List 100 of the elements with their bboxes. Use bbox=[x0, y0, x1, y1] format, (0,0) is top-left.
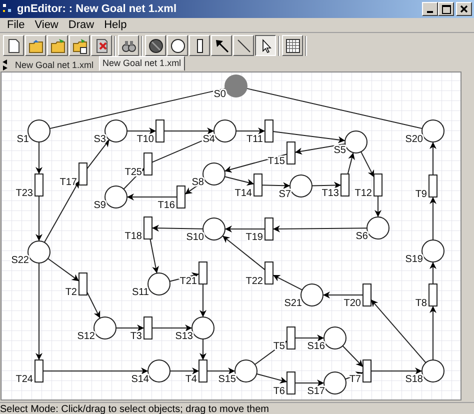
transition-bar bbox=[144, 316, 152, 340]
node-label: S18 bbox=[405, 374, 423, 385]
select-tool-button[interactable] bbox=[255, 35, 276, 56]
arc-arrow bbox=[430, 306, 436, 360]
circle-icon bbox=[170, 38, 186, 54]
new-tool-button[interactable] bbox=[3, 35, 24, 56]
transition-bar bbox=[362, 284, 372, 306]
transition-bar bbox=[286, 326, 296, 350]
transition-bar bbox=[156, 120, 164, 142]
arc-arrow bbox=[152, 224, 204, 232]
node-label: T6 bbox=[273, 386, 285, 397]
document-tab[interactable]: New Goal net 1.xml bbox=[98, 56, 186, 71]
arc-arrow bbox=[222, 235, 266, 270]
node-label: T14 bbox=[234, 188, 252, 199]
transition-bar bbox=[198, 360, 208, 382]
arc-arrow bbox=[47, 258, 80, 282]
node-label: T22 bbox=[246, 276, 263, 287]
arc-arrow bbox=[170, 368, 200, 374]
node-label: S7 bbox=[278, 189, 291, 200]
close-tool-button[interactable] bbox=[91, 35, 112, 56]
token-tool-button[interactable] bbox=[145, 35, 166, 56]
arc-arrow bbox=[272, 274, 303, 290]
node-label: S12 bbox=[77, 331, 95, 342]
node-label: S17 bbox=[307, 386, 325, 397]
node-label: S10 bbox=[186, 232, 204, 243]
arc-arrow bbox=[370, 368, 422, 374]
menu-item[interactable]: File bbox=[2, 19, 30, 31]
menu-item[interactable]: View bbox=[30, 19, 64, 31]
arc-arrow bbox=[152, 324, 192, 332]
arc-arrow bbox=[206, 368, 236, 374]
node-label: T9 bbox=[415, 189, 427, 200]
transition-bar bbox=[362, 360, 372, 382]
transition-bar bbox=[34, 174, 44, 196]
node-label: T4 bbox=[185, 374, 197, 385]
line-tool-button[interactable] bbox=[233, 35, 254, 56]
arc-arrow bbox=[370, 299, 426, 364]
node-label: S16 bbox=[307, 341, 325, 352]
arc-arrow bbox=[126, 194, 178, 200]
arc-arrow bbox=[322, 292, 364, 298]
arc-tool-button[interactable] bbox=[211, 35, 232, 56]
node-label: T11 bbox=[246, 134, 263, 145]
transition-bar bbox=[34, 360, 44, 382]
arc-arrow bbox=[236, 128, 266, 134]
grid-tool-button[interactable] bbox=[282, 35, 303, 56]
load-tool-button[interactable] bbox=[47, 35, 68, 56]
maximize-icon bbox=[442, 4, 450, 14]
node-label: S5 bbox=[334, 145, 346, 156]
node-label: T8 bbox=[415, 298, 427, 309]
arc-arrow bbox=[430, 142, 436, 176]
node-label: S14 bbox=[131, 374, 149, 385]
node-label: S6 bbox=[356, 231, 368, 242]
import-tool-button[interactable] bbox=[69, 35, 90, 56]
document-tab[interactable]: New Goal net 1.xml bbox=[12, 59, 97, 71]
node-label: S13 bbox=[175, 331, 193, 342]
transition-bar bbox=[286, 142, 296, 164]
menu-item[interactable]: Draw bbox=[63, 19, 100, 31]
close-button[interactable] bbox=[456, 2, 472, 16]
folder-arrow-icon bbox=[50, 38, 66, 54]
arc-arrow bbox=[200, 338, 206, 360]
transition-bar bbox=[78, 272, 88, 296]
node-label: T10 bbox=[136, 134, 154, 145]
menu-item[interactable]: Help bbox=[99, 19, 132, 31]
arc-arrow bbox=[374, 196, 382, 218]
node-label: T3 bbox=[130, 331, 142, 342]
find-tool-button[interactable] bbox=[118, 35, 139, 56]
node-label: S0 bbox=[214, 89, 226, 100]
transition-bar bbox=[340, 174, 350, 196]
arc-arrow bbox=[430, 196, 436, 240]
transition-bar bbox=[254, 174, 262, 196]
place-tool-button[interactable] bbox=[167, 35, 188, 56]
transition-bar bbox=[144, 216, 152, 240]
node-label: S9 bbox=[94, 200, 106, 211]
transition-bar bbox=[264, 262, 274, 284]
minimize-button[interactable] bbox=[422, 2, 438, 16]
node-label: T24 bbox=[16, 374, 33, 385]
folder-box-icon bbox=[72, 38, 88, 54]
open-tool-button[interactable] bbox=[25, 35, 46, 56]
arc-arrow bbox=[312, 182, 342, 189]
node-label: S21 bbox=[284, 298, 302, 309]
transition-bar bbox=[144, 152, 152, 176]
node-label: T23 bbox=[16, 188, 33, 199]
transition-bar bbox=[264, 218, 274, 240]
node-label: S20 bbox=[405, 134, 423, 145]
close-icon bbox=[460, 5, 468, 13]
node-label: T7 bbox=[349, 374, 361, 385]
node-label: T13 bbox=[322, 188, 339, 199]
app-icon bbox=[2, 3, 14, 15]
grid-icon bbox=[284, 38, 300, 54]
node-label: T19 bbox=[246, 232, 263, 243]
arc-arrow bbox=[294, 380, 324, 386]
arc-arrow bbox=[36, 142, 42, 174]
transition-tool-button[interactable] bbox=[189, 35, 210, 56]
arc-arrow bbox=[150, 238, 159, 274]
transition-bar bbox=[428, 174, 438, 198]
transition-bar bbox=[78, 162, 88, 186]
transition-bar bbox=[374, 174, 382, 196]
arc-arrow bbox=[256, 373, 288, 384]
tab-scroll-arrows-icon[interactable] bbox=[2, 58, 8, 70]
arc-arrow bbox=[342, 345, 364, 368]
maximize-button[interactable] bbox=[438, 2, 454, 16]
